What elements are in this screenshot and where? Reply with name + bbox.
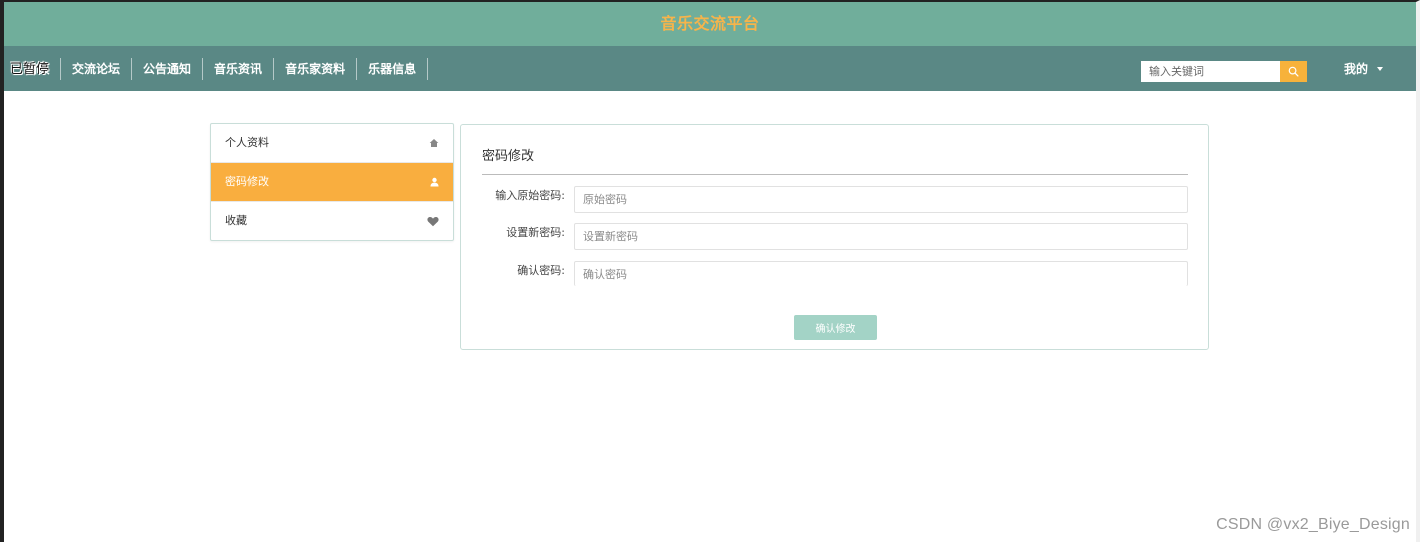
caret-down-icon <box>1377 66 1384 71</box>
nav-bar: 首页 已暂停 交流论坛 公告通知 音乐资讯 音乐家资料 乐器信息 输入关键词 我… <box>4 46 1416 91</box>
form-row-old-password: 输入原始密码: <box>461 186 1210 214</box>
nav-item-music-news[interactable]: 音乐资讯 <box>203 59 273 79</box>
nav-item-forum-label: 交流论坛 <box>72 61 121 76</box>
sidebar-item-label: 收藏 <box>225 214 247 227</box>
nav-item-instruments-label: 乐器信息 <box>368 61 417 76</box>
user-icon <box>430 163 439 201</box>
confirm-change-button[interactable]: 确认修改 <box>794 315 877 340</box>
panel-title: 密码修改 <box>482 149 535 164</box>
nav-item-music-news-label: 音乐资讯 <box>214 61 263 76</box>
app-window: 音乐交流平台 首页 已暂停 交流论坛 公告通知 音乐资讯 音乐家资料 乐器信息 … <box>0 0 1420 542</box>
sidebar-item-profile[interactable]: 个人资料 <box>211 124 453 163</box>
search-button[interactable] <box>1280 61 1307 82</box>
confirm-password-label: 确认密码: <box>517 264 565 277</box>
nav-divider <box>427 57 429 80</box>
account-sidebar: 个人资料 密码修改 收藏 <box>210 123 454 241</box>
confirm-password-input[interactable] <box>574 261 1188 286</box>
nav-list: 首页 已暂停 交流论坛 公告通知 音乐资讯 音乐家资料 乐器信息 <box>10 46 429 91</box>
watermark: CSDN @vx2_Biye_Design <box>1216 516 1410 533</box>
nav-item-musicians-label: 音乐家资料 <box>285 61 346 76</box>
nav-item-home[interactable]: 首页 已暂停 <box>10 59 60 79</box>
site-title[interactable]: 音乐交流平台 <box>660 14 759 33</box>
search-icon <box>1288 66 1299 77</box>
old-password-input[interactable] <box>574 186 1188 213</box>
new-password-input[interactable] <box>574 223 1188 250</box>
password-change-panel: 密码修改 输入原始密码: 设置新密码: 确认密码: 确认修改 <box>460 124 1209 350</box>
nav-item-home-label: 首页 <box>26 61 51 76</box>
sidebar-item-favorites[interactable]: 收藏 <box>211 202 453 240</box>
sidebar-item-label: 密码修改 <box>225 175 269 188</box>
heart-icon <box>427 202 439 240</box>
form-row-new-password: 设置新密码: <box>461 223 1210 251</box>
sidebar-item-change-password[interactable]: 密码修改 <box>211 163 453 202</box>
old-password-label: 输入原始密码: <box>495 189 565 202</box>
search-input[interactable] <box>1141 61 1280 82</box>
nav-item-musicians[interactable]: 音乐家资料 <box>274 59 356 79</box>
form-row-confirm-password: 确认密码: <box>461 261 1210 289</box>
my-account-label: 我的 <box>1344 62 1369 76</box>
brand-header: 音乐交流平台 <box>4 2 1416 46</box>
nav-item-forum[interactable]: 交流论坛 <box>61 59 131 79</box>
sidebar-item-label: 个人资料 <box>225 136 269 149</box>
nav-item-instruments[interactable]: 乐器信息 <box>357 59 427 79</box>
panel-divider <box>482 174 1188 175</box>
my-account-menu[interactable]: 我的 <box>1344 46 1384 91</box>
new-password-label: 设置新密码: <box>506 226 565 239</box>
nav-item-announcements-label: 公告通知 <box>143 61 192 76</box>
home-icon <box>429 124 439 162</box>
nav-item-announcements[interactable]: 公告通知 <box>132 59 202 79</box>
